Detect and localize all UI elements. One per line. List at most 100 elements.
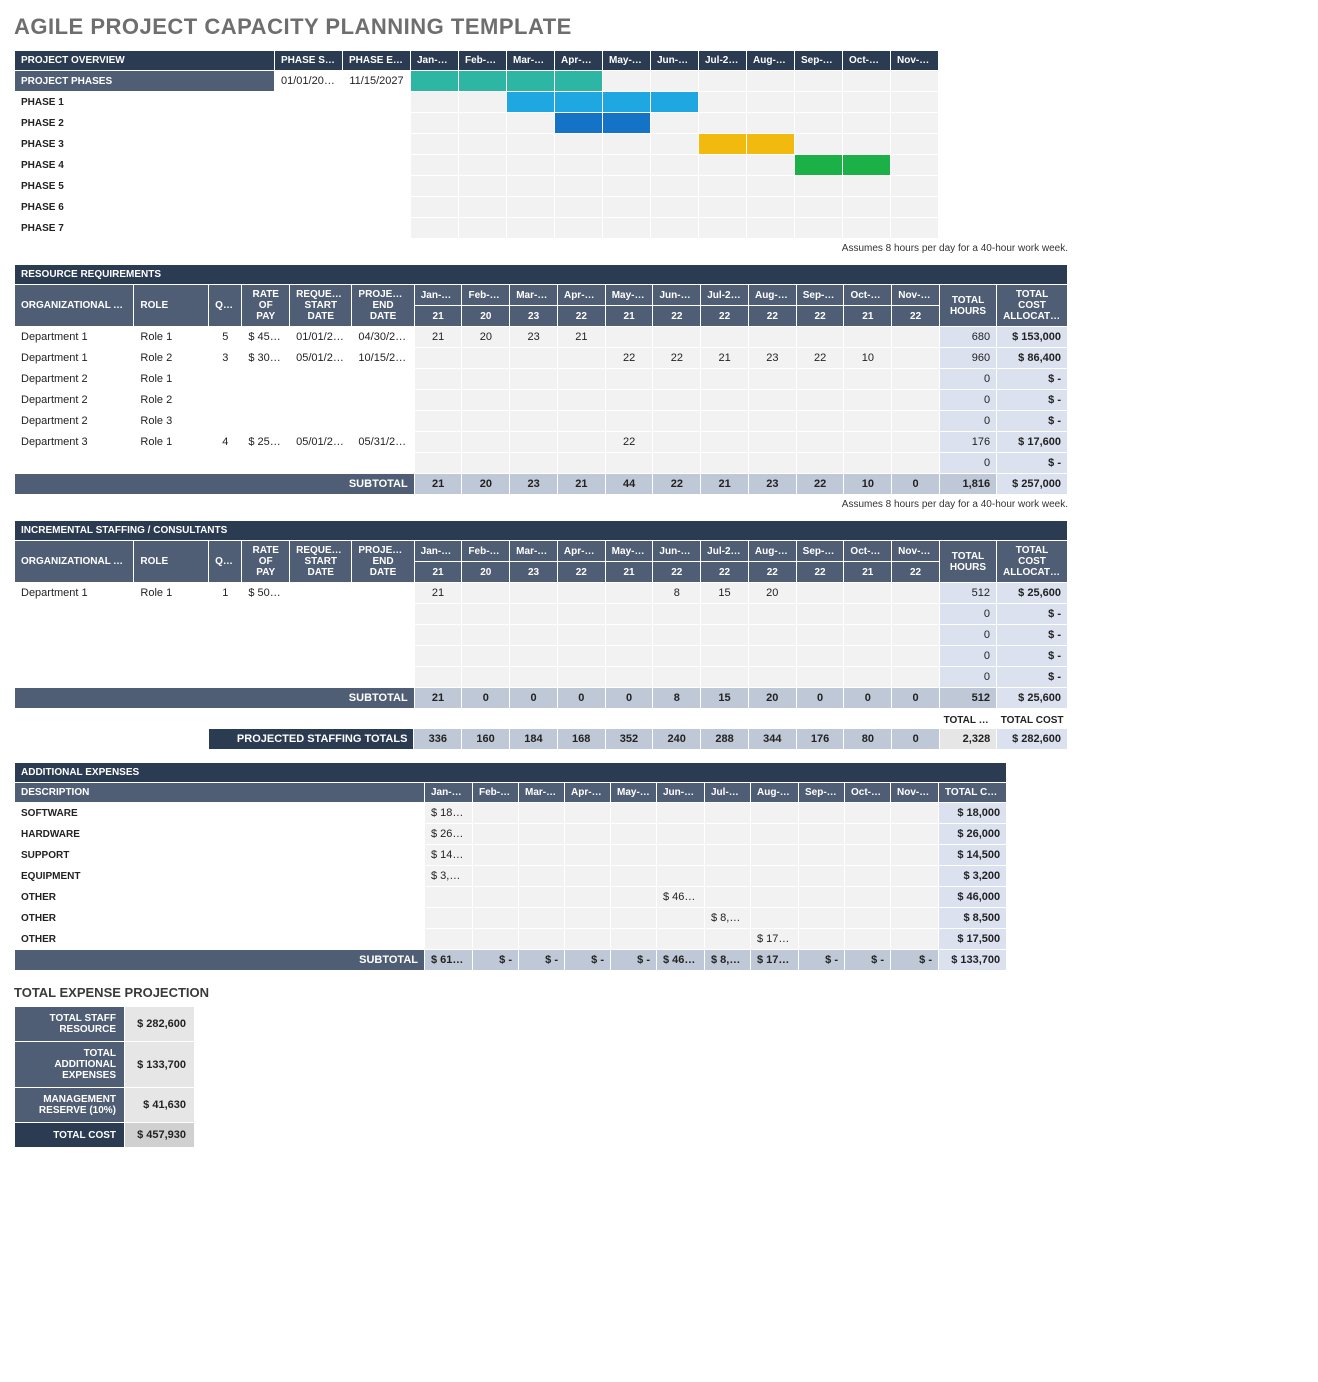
gantt-cell — [795, 134, 843, 155]
row-total-hours: 0 — [939, 625, 996, 646]
data-cell — [242, 369, 290, 390]
gantt-cell — [603, 92, 651, 113]
subtotal-cell: $ - — [799, 950, 845, 971]
phase-label: PHASE 3 — [15, 134, 275, 155]
phase-start — [275, 155, 343, 176]
row-total-hours: 0 — [939, 604, 996, 625]
data-cell — [242, 604, 290, 625]
expense-cell — [751, 803, 799, 824]
month-hdr: Aug-2027 — [747, 51, 795, 71]
month-cell — [748, 625, 796, 646]
note-text: Assumes 8 hours per day for a 40-hour wo… — [14, 243, 1068, 254]
month-hdr: Jan-2027 — [414, 285, 462, 306]
month-cell — [892, 327, 940, 348]
month-hdr: Mar-2027 — [510, 541, 558, 562]
subtotal-cell: 21 — [414, 688, 462, 709]
month-cell — [701, 453, 749, 474]
data-cell: $ 45.00 — [242, 327, 290, 348]
month-cell — [557, 453, 605, 474]
summary-total-value: $ 457,930 — [125, 1123, 195, 1148]
expense-cell — [799, 908, 845, 929]
phase-start — [275, 134, 343, 155]
data-cell — [134, 667, 209, 688]
month-cell — [557, 667, 605, 688]
col-qty: QTY — [209, 285, 242, 327]
subtotal-cell: 21 — [414, 474, 462, 495]
page-title: AGILE PROJECT CAPACITY PLANNING TEMPLATE — [14, 14, 1304, 40]
month-cell — [796, 327, 844, 348]
month-cell — [414, 348, 462, 369]
month-hdr: Jul-2027 — [699, 51, 747, 71]
row-total-hours: 0 — [939, 411, 996, 432]
month-cell — [701, 327, 749, 348]
totals-cell: 240 — [653, 729, 701, 750]
gantt-cell — [747, 71, 795, 92]
month-cell — [557, 369, 605, 390]
totals-table: TOTAL HOURS TOTAL COST PROJECTED STAFFIN… — [14, 713, 1068, 750]
gantt-cell — [507, 197, 555, 218]
subtotal-cell: $ 46,000 — [657, 950, 705, 971]
month-hdr: Sep-2027 — [795, 51, 843, 71]
data-cell — [209, 390, 242, 411]
expense-cell — [611, 908, 657, 929]
month-cell — [701, 369, 749, 390]
expense-cell — [611, 866, 657, 887]
month-cell — [748, 390, 796, 411]
data-cell — [209, 625, 242, 646]
expense-cell — [519, 908, 565, 929]
phase-start — [275, 113, 343, 134]
gantt-cell — [699, 218, 747, 239]
month-cell — [462, 667, 510, 688]
gantt-cell — [891, 113, 939, 134]
month-cell — [844, 646, 892, 667]
data-cell — [290, 369, 352, 390]
expense-total: $ 18,000 — [939, 803, 1007, 824]
expense-cell — [611, 845, 657, 866]
gantt-cell — [555, 176, 603, 197]
projected-totals-row: PROJECTED STAFFING TOTALS 336 160 184 16… — [14, 729, 1068, 750]
month-cell — [510, 411, 558, 432]
expense-cell — [705, 824, 751, 845]
data-cell: Department 1 — [15, 327, 134, 348]
gantt-cell — [507, 71, 555, 92]
totals-cell: 80 — [844, 729, 892, 750]
col-rate: RATE OF PAY — [242, 541, 290, 583]
row-total-cost: $ - — [997, 390, 1068, 411]
expenses-title: ADDITIONAL EXPENSES — [15, 763, 1007, 783]
row-total-cost: $ 25,600 — [997, 583, 1068, 604]
gantt-cell — [891, 218, 939, 239]
gantt-cell — [651, 71, 699, 92]
month-cell — [748, 604, 796, 625]
month-hdr: May-2027 — [605, 541, 653, 562]
gantt-cell — [843, 176, 891, 197]
gantt-cell — [891, 197, 939, 218]
totals-cell: 336 — [414, 729, 462, 750]
month-cell — [701, 432, 749, 453]
gantt-cell — [651, 113, 699, 134]
month-hdr: May-2027 — [603, 51, 651, 71]
gantt-cell — [843, 218, 891, 239]
month-cell: 20 — [462, 327, 510, 348]
total-hours-hdr: TOTAL HOURS — [940, 713, 997, 729]
data-cell — [290, 604, 352, 625]
data-cell — [242, 667, 290, 688]
month-cell — [510, 348, 558, 369]
gantt-cell — [411, 92, 459, 113]
expense-cell — [473, 824, 519, 845]
col-rate: RATE OF PAY — [242, 285, 290, 327]
gantt-cell — [891, 155, 939, 176]
month-cell — [796, 411, 844, 432]
expense-cell — [891, 845, 939, 866]
month-days: 22 — [892, 562, 940, 583]
month-hdr: Oct-2027 — [844, 285, 892, 306]
month-cell — [557, 411, 605, 432]
subtotal-cell: 21 — [557, 474, 605, 495]
month-hdr: Jul-2027 — [705, 783, 751, 803]
month-cell — [892, 625, 940, 646]
summary-table: TOTAL STAFF RESOURCE$ 282,600 TOTAL ADDI… — [14, 1006, 195, 1148]
expense-cell — [611, 887, 657, 908]
gantt-cell — [891, 92, 939, 113]
expense-cell — [519, 887, 565, 908]
month-cell — [796, 604, 844, 625]
month-hdr: Apr-2027 — [557, 285, 605, 306]
